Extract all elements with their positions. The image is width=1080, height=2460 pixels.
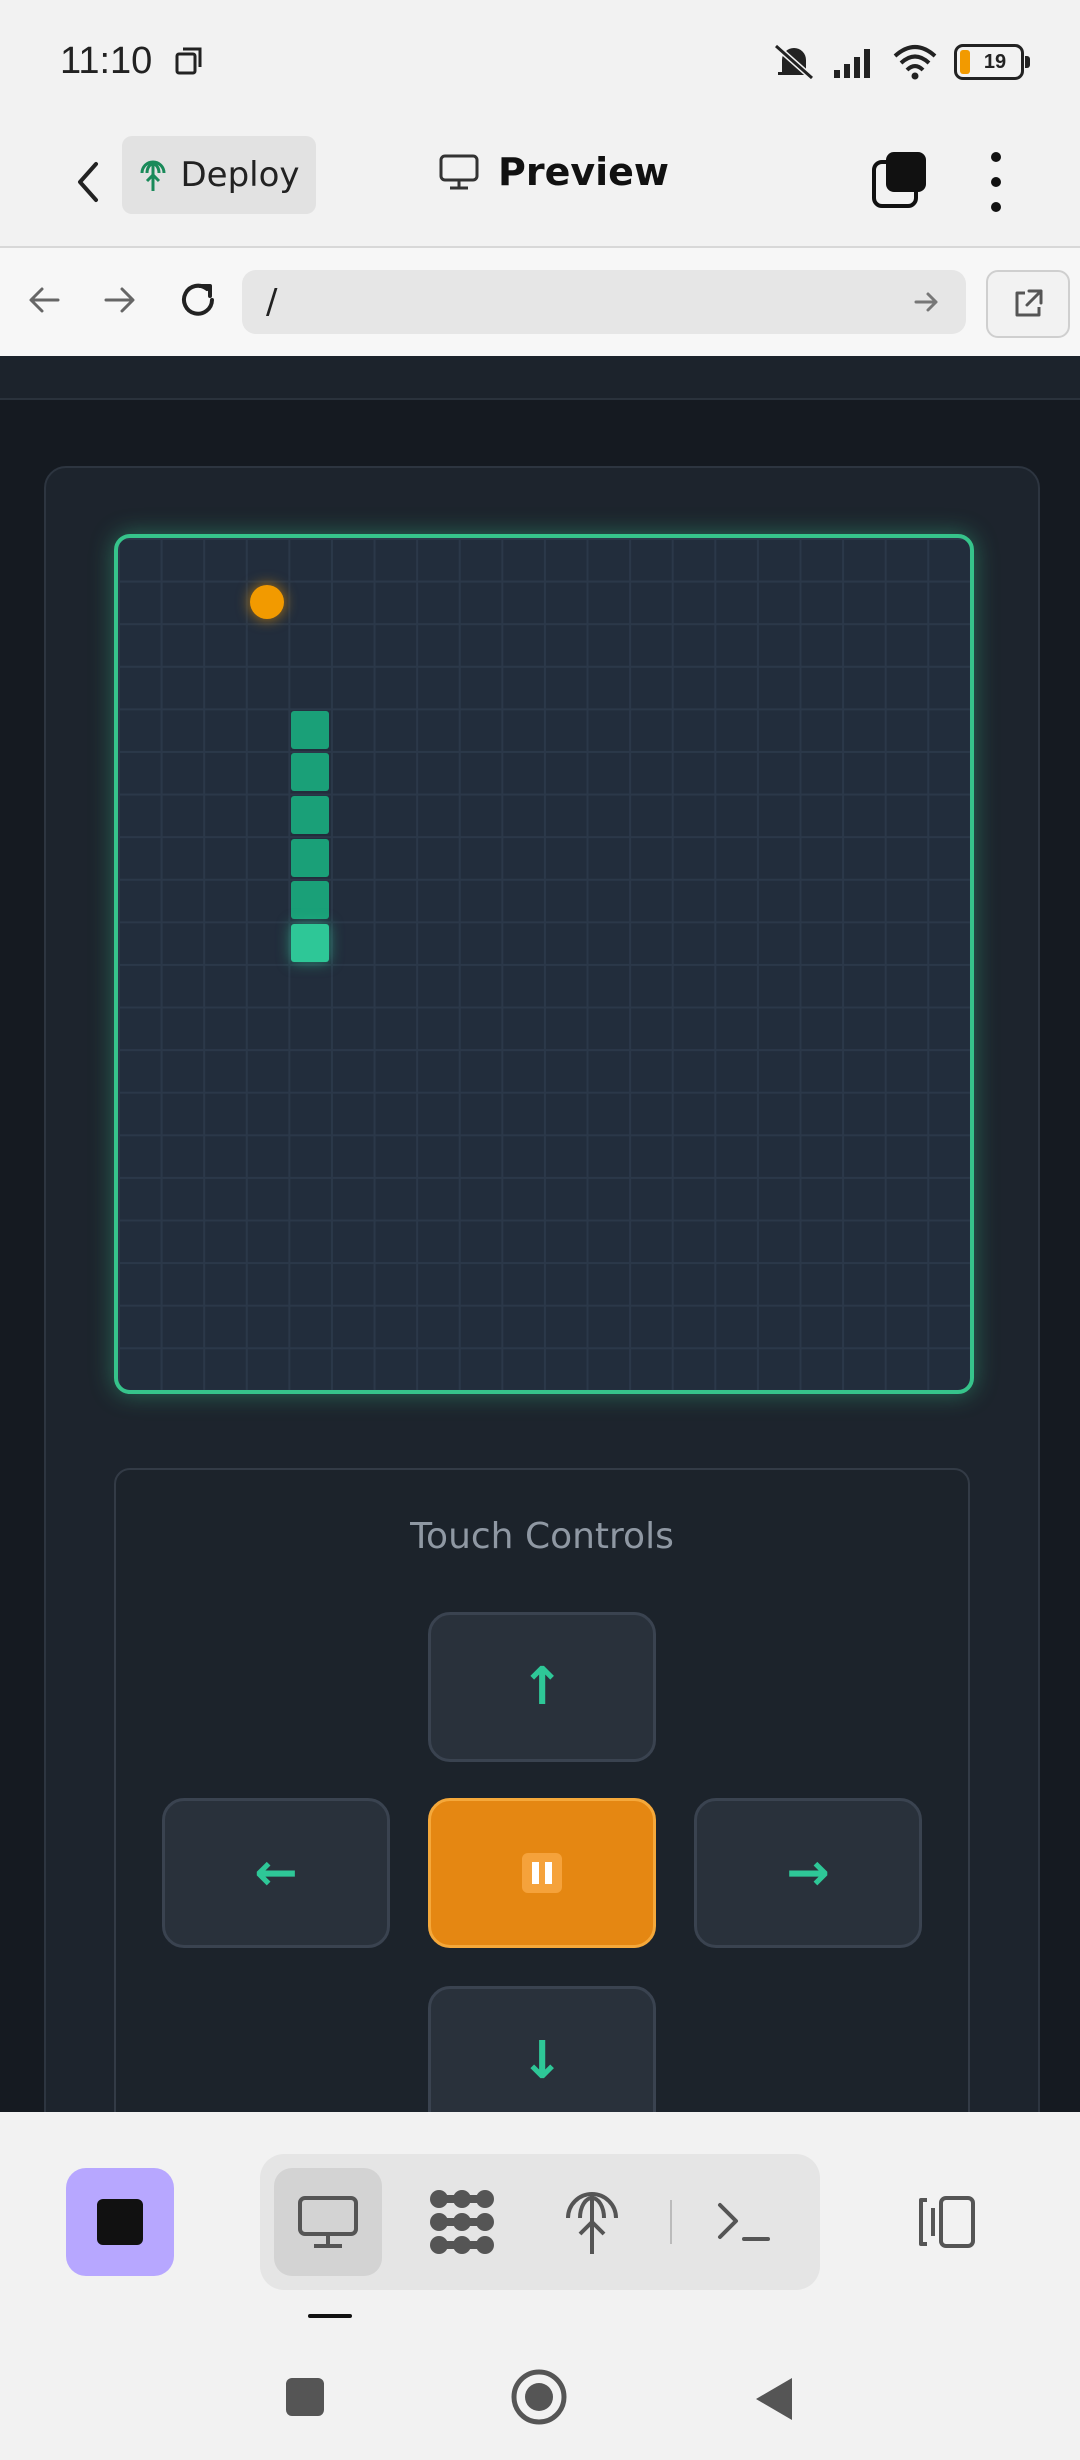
active-tab-indicator	[308, 2314, 352, 2318]
url-bar-row: /	[0, 248, 1080, 356]
web-viewport: Touch Controls ↑ ← → ↓	[0, 356, 1080, 2112]
mute-bell-icon	[774, 43, 814, 81]
apps-tool-button[interactable]	[408, 2168, 516, 2276]
battery-icon: 19	[954, 44, 1030, 80]
back-nav-icon[interactable]	[750, 2374, 796, 2424]
pause-icon	[522, 1853, 562, 1893]
deploy-icon	[566, 2192, 618, 2254]
deploy-tool-button[interactable]	[538, 2168, 646, 2276]
deploy-button[interactable]: Deploy	[122, 136, 316, 214]
left-button[interactable]: ←	[162, 1798, 390, 1948]
right-button[interactable]: →	[694, 1798, 922, 1948]
deploy-label: Deploy	[180, 155, 300, 195]
toolbar-separator	[670, 2200, 672, 2244]
stop-icon	[97, 2199, 143, 2245]
monitor-icon	[298, 2196, 358, 2248]
touch-controls: Touch Controls ↑ ← → ↓	[114, 1468, 970, 2112]
arrow-right-icon	[104, 287, 135, 313]
home-icon[interactable]	[510, 2368, 568, 2426]
snake-segment	[290, 795, 329, 834]
pause-button[interactable]	[428, 1798, 656, 1948]
right-arrow-icon: →	[786, 1843, 830, 1903]
game-board[interactable]	[114, 534, 974, 1394]
status-icons: 19	[772, 42, 1030, 82]
tool-group	[260, 2154, 820, 2290]
layout-icon	[919, 2196, 975, 2248]
chevron-left-icon	[78, 162, 98, 202]
snake-head	[290, 923, 329, 962]
recents-icon[interactable]	[282, 2374, 328, 2420]
preview-title: Preview	[438, 150, 669, 194]
bottom-toolbar	[0, 2112, 1080, 2460]
url-text: /	[266, 282, 278, 322]
tabs-button[interactable]	[870, 148, 930, 212]
terminal-icon	[718, 2203, 770, 2241]
terminal-tool-button[interactable]	[690, 2168, 798, 2276]
deploy-icon	[140, 160, 166, 191]
back-button[interactable]	[56, 150, 120, 214]
more-options-button[interactable]	[972, 146, 1020, 218]
arrow-left-icon	[29, 287, 60, 313]
up-button[interactable]: ↑	[428, 1612, 656, 1762]
game-card: Touch Controls ↑ ← → ↓	[44, 466, 1040, 2112]
tabs-icon	[872, 152, 926, 208]
open-external-button[interactable]	[986, 270, 1070, 338]
signal-icon	[834, 49, 870, 78]
preview-tool-button[interactable]	[274, 2168, 382, 2276]
snake-segment	[290, 710, 329, 749]
monitor-icon	[439, 154, 479, 190]
snake-segment	[290, 881, 329, 920]
wifi-icon	[893, 45, 937, 80]
battery-level: 19	[983, 50, 1007, 73]
apps-icon	[430, 2190, 494, 2254]
layout-button[interactable]	[906, 2182, 986, 2262]
reload-icon	[182, 283, 214, 316]
external-link-icon	[1015, 289, 1043, 317]
status-time: 11:10	[60, 40, 153, 82]
app-header: Deploy Preview	[0, 128, 1080, 248]
up-arrow-icon: ↑	[520, 1657, 564, 1717]
down-arrow-icon: ↓	[520, 2031, 564, 2091]
stop-button[interactable]	[66, 2168, 174, 2276]
page-header-strip	[0, 356, 1080, 400]
down-button[interactable]: ↓	[428, 1986, 656, 2112]
snake-segment	[290, 753, 329, 792]
screen-record-icon	[175, 47, 202, 75]
food-item	[250, 584, 285, 619]
touch-controls-title: Touch Controls	[410, 1516, 674, 1557]
go-arrow-icon[interactable]	[912, 288, 942, 316]
snake-segment	[290, 838, 329, 877]
left-arrow-icon: ←	[254, 1843, 298, 1903]
url-input[interactable]: /	[242, 270, 966, 334]
browser-back-button[interactable]	[18, 274, 70, 326]
status-bar: 11:10 19	[0, 0, 1080, 128]
browser-forward-button[interactable]	[94, 274, 146, 326]
page-title: Preview	[498, 150, 670, 194]
reload-button[interactable]	[172, 274, 224, 326]
